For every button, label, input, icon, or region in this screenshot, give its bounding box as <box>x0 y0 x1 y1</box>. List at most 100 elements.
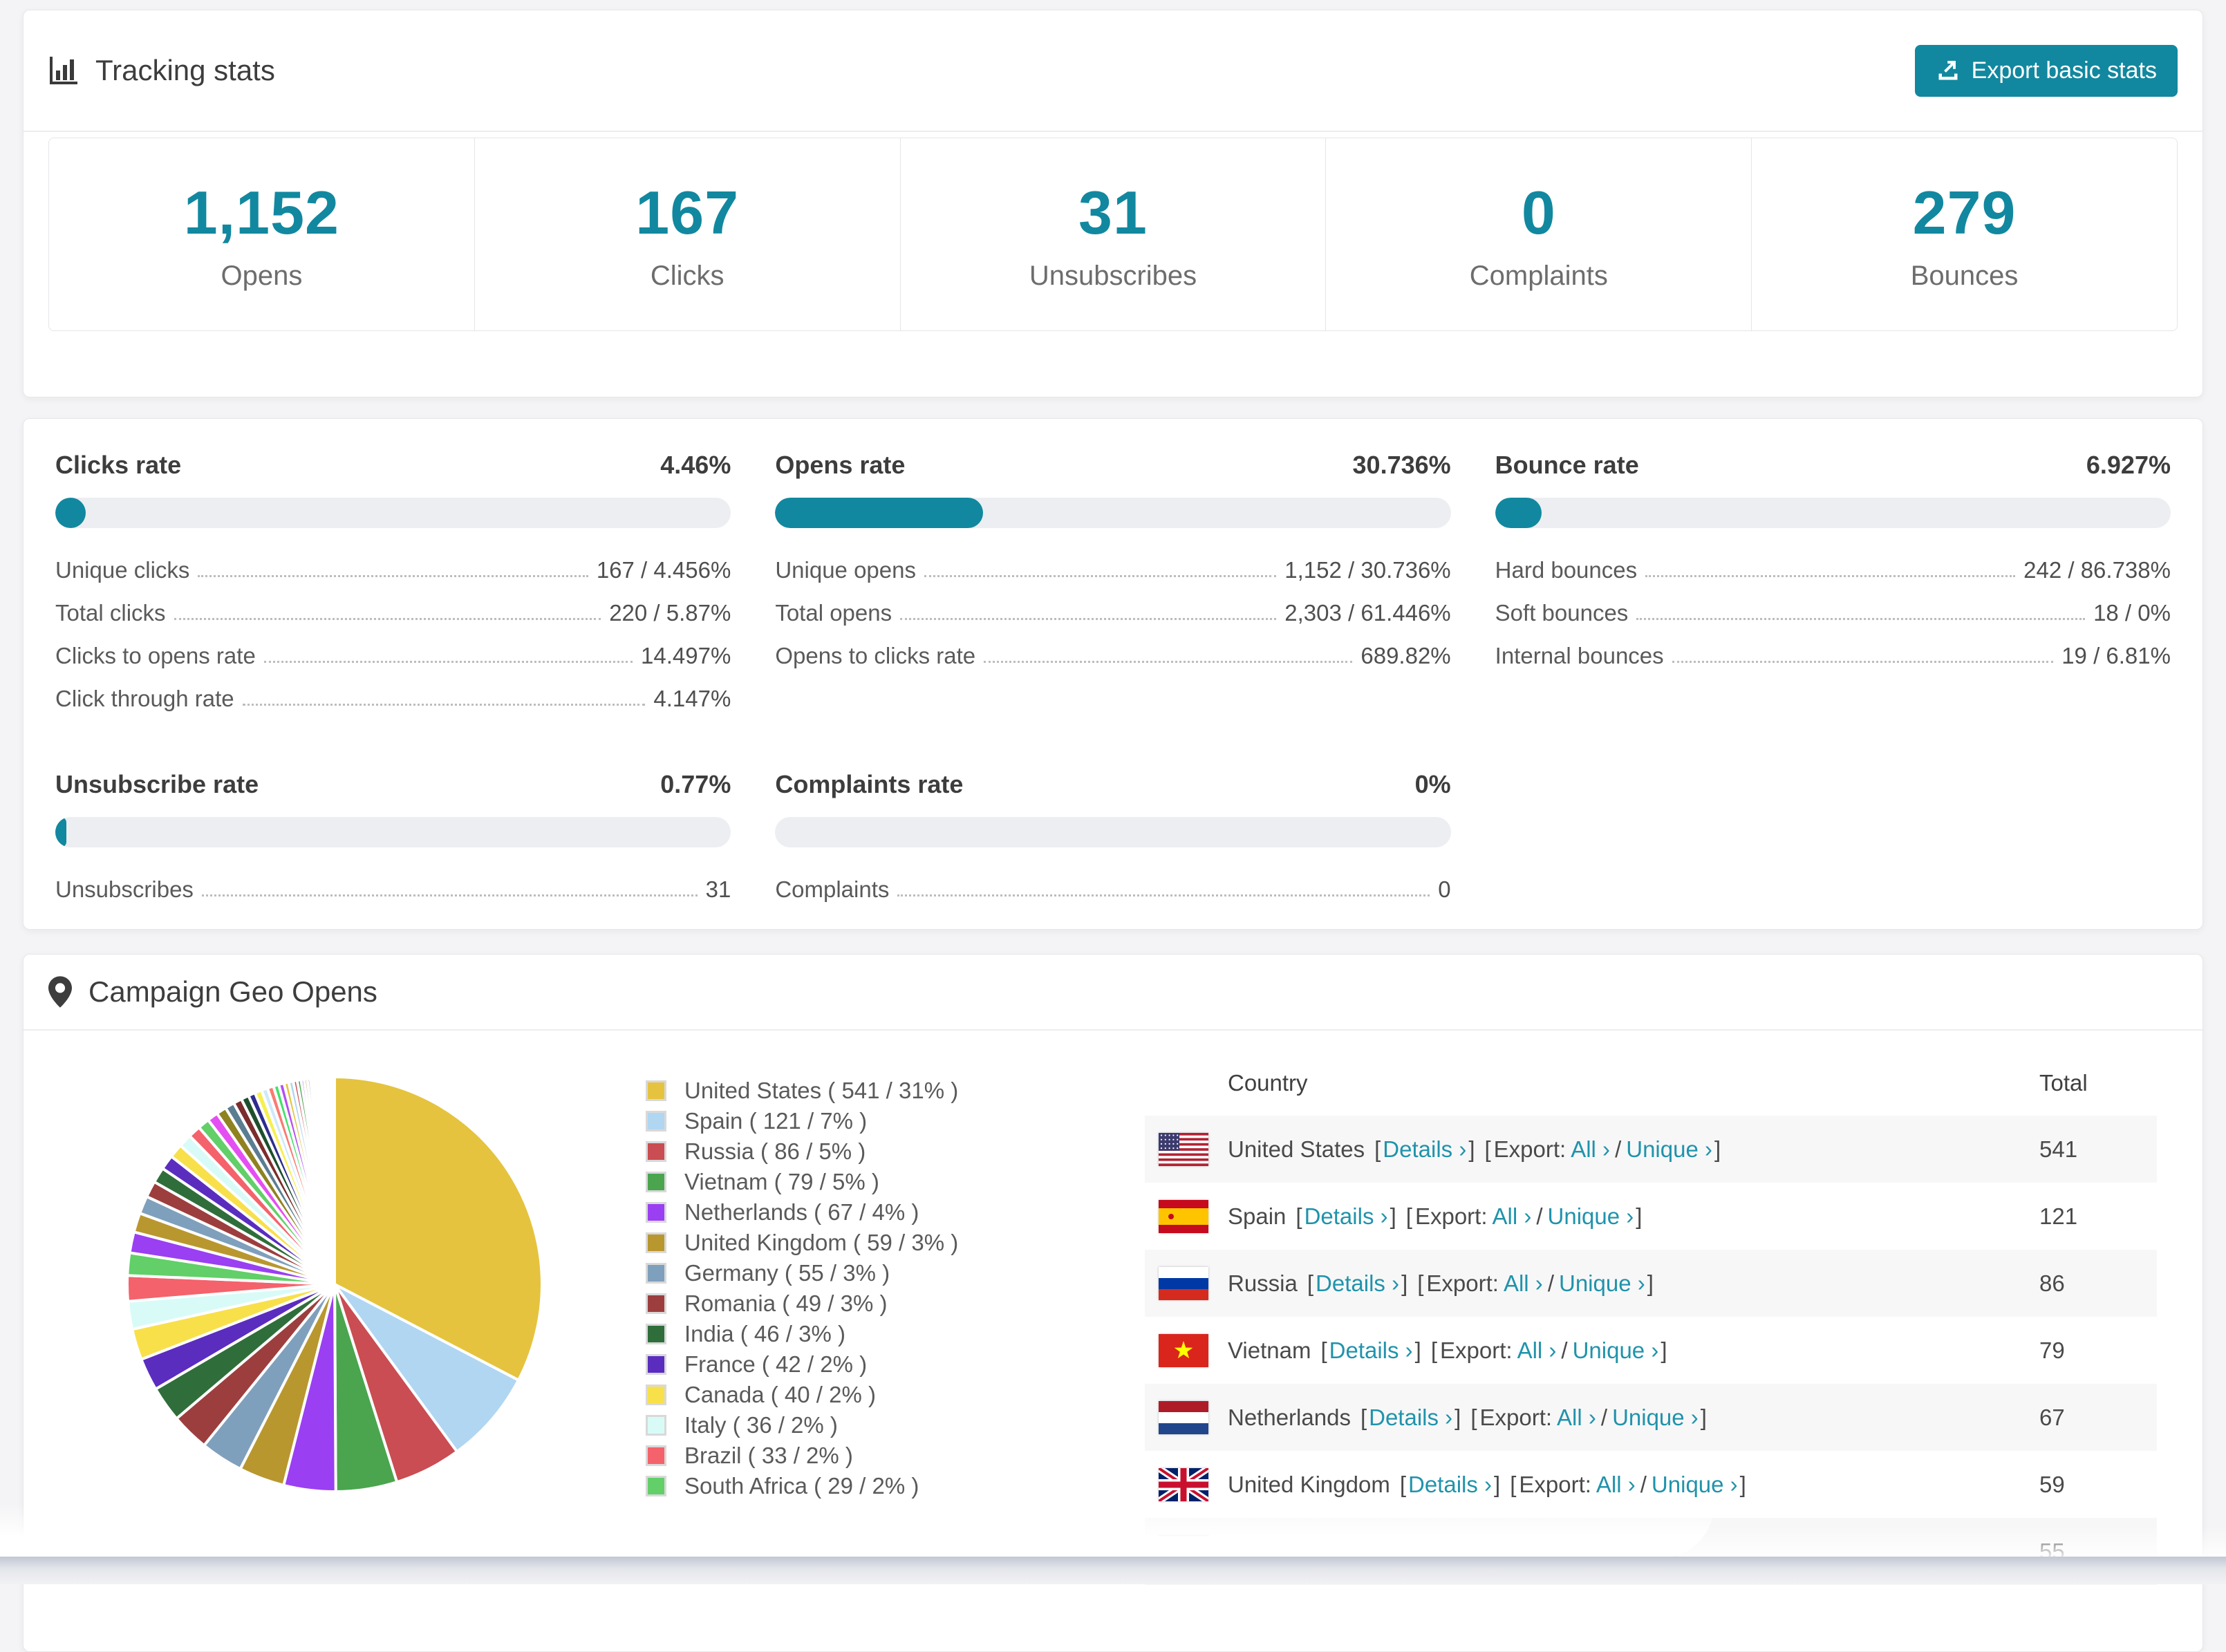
legend-item-canada[interactable]: Canada ( 40 / 2% ) <box>646 1382 1102 1408</box>
separator: / <box>1640 1471 1647 1497</box>
export-basic-stats-button[interactable]: Export basic stats <box>1914 44 2178 97</box>
details-link[interactable]: Details › <box>1369 1405 1452 1431</box>
export-unique-link[interactable]: Unique › <box>1652 1472 1738 1498</box>
legend-item-germany[interactable]: Germany ( 55 / 3% ) <box>646 1260 1102 1286</box>
rate-progress-bar <box>55 817 731 847</box>
export-unique-link[interactable]: Unique › <box>1559 1270 1645 1297</box>
country-name: United Kingdom <box>1228 1471 1390 1497</box>
dotted-leader <box>1636 618 2086 620</box>
rate-stat-label: Complaints <box>775 876 890 902</box>
legend-item-united-states[interactable]: United States ( 541 / 31% ) <box>646 1078 1102 1104</box>
legend-item-russia[interactable]: Russia ( 86 / 5% ) <box>646 1138 1102 1165</box>
rate-stat-label: Unique opens <box>775 557 916 583</box>
rate-stat-label: Unique clicks <box>55 557 190 583</box>
legend-item-south-africa[interactable]: South Africa ( 29 / 2% ) <box>646 1473 1102 1499</box>
rate-stat-row: Click through rate 4.147% <box>55 686 731 712</box>
geo-table-row-russia: Russia[Details ›][Export: All › / Unique ›]… <box>1145 1250 2157 1317</box>
country-total: 121 <box>2039 1203 2078 1229</box>
rate-stat-value: 18 / 0% <box>2093 600 2171 626</box>
export-unique-link[interactable]: Unique › <box>1626 1136 1712 1163</box>
bracket: ] <box>1401 1270 1408 1296</box>
bracket: ] <box>1390 1203 1396 1229</box>
rate-stat-row: Opens to clicks rate 689.82% <box>775 643 1450 669</box>
bracket: [ <box>1320 1337 1327 1363</box>
legend-swatch <box>646 1263 666 1284</box>
legend-swatch <box>646 1324 666 1344</box>
rate-stat-row: Total opens 2,303 / 61.446% <box>775 600 1450 626</box>
rate-stat-label: Clicks to opens rate <box>55 643 256 668</box>
rate-stat-row: Complaints 0 <box>775 876 1450 903</box>
stat-label: Unsubscribes <box>1029 260 1197 291</box>
separator: / <box>1536 1203 1543 1229</box>
export-all-link[interactable]: All › <box>1517 1337 1557 1364</box>
legend-item-netherlands[interactable]: Netherlands ( 67 / 4% ) <box>646 1199 1102 1226</box>
details-link[interactable]: Details › <box>1329 1337 1413 1364</box>
bracket: [ <box>1307 1270 1314 1296</box>
legend-label: Brazil ( 33 / 2% ) <box>684 1443 853 1468</box>
export-all-link[interactable]: All › <box>1596 1472 1636 1498</box>
rate-block-unsubscribe-rate: Unsubscribe rate 0.77% Unsubscribes 31 <box>55 770 731 919</box>
legend-label: Spain ( 121 / 7% ) <box>684 1108 868 1134</box>
export-unique-link[interactable]: Unique › <box>1548 1203 1634 1230</box>
stat-label: Opens <box>221 260 303 291</box>
export-all-link[interactable]: All › <box>1493 1203 1532 1230</box>
rate-stat-label: Total clicks <box>55 600 166 626</box>
rates-card: Clicks rate 4.46% Unique clicks 167 / 4.456… <box>23 418 2203 930</box>
legend-swatch <box>646 1385 666 1405</box>
es-flag-icon <box>1159 1199 1208 1233</box>
legend-item-united-kingdom[interactable]: United Kingdom ( 59 / 3% ) <box>646 1230 1102 1256</box>
rate-block-opens-rate: Opens rate 30.736% Unique opens 1,152 / 30.… <box>775 451 1451 729</box>
details-link[interactable]: Details › <box>1408 1472 1492 1498</box>
separator: / <box>1615 1136 1622 1162</box>
page-title-text: Tracking stats <box>95 54 275 86</box>
geo-table-header: Country Total <box>1145 1050 2157 1116</box>
legend-item-brazil[interactable]: Brazil ( 33 / 2% ) <box>646 1443 1102 1469</box>
export-unique-link[interactable]: Unique › <box>1612 1405 1699 1431</box>
rate-percent: 0.77% <box>660 770 731 798</box>
rate-progress-bar <box>775 498 1451 528</box>
geo-table-row-vietnam: Vietnam[Details ›][Export: All › / Unique ›… <box>1145 1317 2157 1384</box>
export-label: Export: <box>1493 1136 1566 1162</box>
rate-block-clicks-rate: Clicks rate 4.46% Unique clicks 167 / 4.456… <box>55 451 731 729</box>
legend-item-romania[interactable]: Romania ( 49 / 3% ) <box>646 1290 1102 1317</box>
pie-slice-other-48[interactable] <box>332 1075 336 1286</box>
country-name: Netherlands <box>1228 1404 1351 1430</box>
geo-content: United States ( 541 / 31% ) Spain ( 121 /… <box>24 1031 2202 1585</box>
bracket: ] <box>1494 1471 1501 1497</box>
bar-chart-icon <box>50 57 77 84</box>
rate-block-bounce-rate: Bounce rate 6.927% Hard bounces 242 / 86.73… <box>1495 451 2171 729</box>
dotted-leader <box>1645 575 2016 577</box>
bracket: [ <box>1374 1136 1381 1162</box>
details-link[interactable]: Details › <box>1304 1203 1388 1230</box>
details-link[interactable]: Details › <box>1316 1270 1399 1297</box>
bracket: ] <box>1414 1337 1421 1363</box>
legend-swatch <box>646 1354 666 1375</box>
legend-item-france[interactable]: France ( 42 / 2% ) <box>646 1351 1102 1378</box>
export-all-link[interactable]: All › <box>1504 1270 1543 1297</box>
legend-item-india[interactable]: India ( 46 / 3% ) <box>646 1321 1102 1347</box>
page-bottom-bar <box>0 1557 2226 1584</box>
legend-label: United Kingdom ( 59 / 3% ) <box>684 1230 959 1255</box>
rate-stat-value: 14.497% <box>641 643 731 668</box>
legend-label: Vietnam ( 79 / 5% ) <box>684 1169 879 1194</box>
rate-stat-row: Internal bounces 19 / 6.81% <box>1495 643 2171 669</box>
export-all-link[interactable]: All › <box>1571 1136 1610 1163</box>
export-unique-link[interactable]: Unique › <box>1573 1337 1659 1364</box>
export-all-link[interactable]: All › <box>1557 1405 1596 1431</box>
details-link[interactable]: Details › <box>1383 1136 1466 1163</box>
legend-item-italy[interactable]: Italy ( 36 / 2% ) <box>646 1412 1102 1438</box>
rate-title: Unsubscribe rate <box>55 770 259 798</box>
rate-block-complaints-rate: Complaints rate 0% Complaints 0 <box>775 770 1451 919</box>
stat-label: Bounces <box>1910 260 2019 291</box>
country-name: Spain <box>1228 1203 1287 1229</box>
bracket: [ <box>1470 1404 1477 1430</box>
export-button-label: Export basic stats <box>1971 57 2157 84</box>
legend-item-vietnam[interactable]: Vietnam ( 79 / 5% ) <box>646 1169 1102 1195</box>
legend-item-spain[interactable]: Spain ( 121 / 7% ) <box>646 1108 1102 1134</box>
country-name: United States <box>1228 1136 1365 1162</box>
dotted-leader <box>900 618 1277 620</box>
stat-card-unsubscribes: 31 Unsubscribes <box>901 138 1327 330</box>
bracket: [ <box>1296 1203 1302 1229</box>
geo-table-row-united-states: United States[Details ›][Export: All › / Un… <box>1145 1116 2157 1183</box>
country-total: 86 <box>2039 1270 2065 1296</box>
